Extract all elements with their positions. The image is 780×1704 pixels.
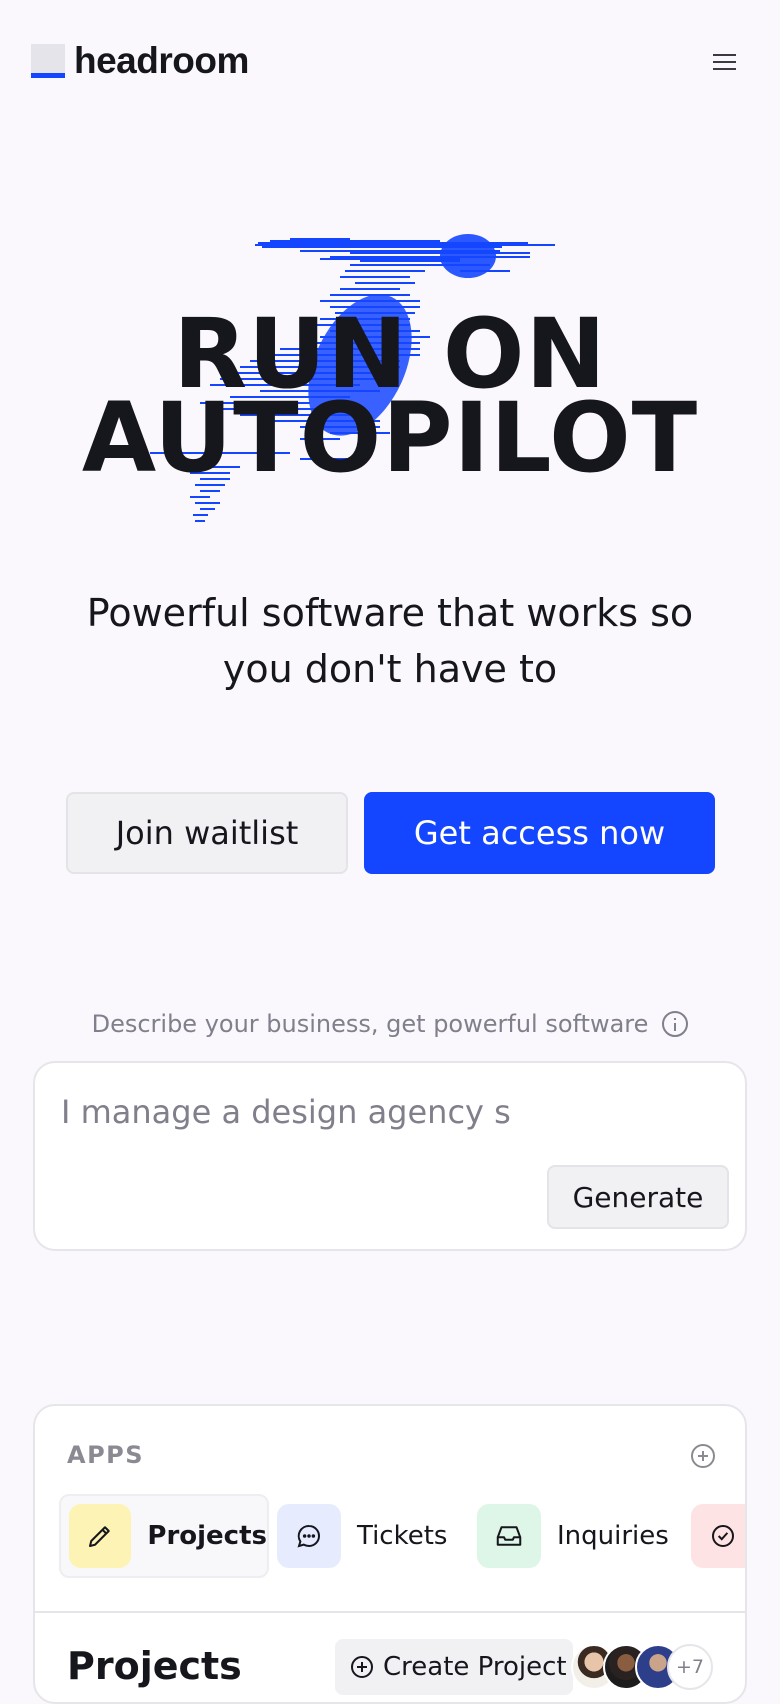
plus-circle-icon	[351, 1656, 373, 1678]
brand-logo[interactable]: headroom	[31, 40, 249, 81]
business-prompt-box: Generate	[33, 1061, 747, 1251]
hero-title: RUN ON AUTOPILOT	[0, 306, 780, 494]
generate-button[interactable]: Generate	[547, 1165, 729, 1229]
app-tab-label: Inquiries	[557, 1521, 669, 1551]
app-tab-more[interactable]	[683, 1494, 745, 1578]
create-project-label: Create Project	[383, 1652, 567, 1682]
business-description-input[interactable]	[59, 1085, 723, 1139]
app-tab-label: Projects	[147, 1521, 267, 1551]
card-divider	[35, 1611, 745, 1613]
brand-name: headroom	[74, 40, 249, 81]
apps-section-label: APPS	[67, 1441, 145, 1469]
hero-subtitle: Powerful software that works so you don'…	[86, 591, 694, 691]
extra-members-count: +7	[667, 1644, 713, 1690]
get-access-button[interactable]: Get access now	[364, 792, 715, 874]
pencil-icon	[69, 1504, 132, 1568]
hero-title-line-2: AUTOPILOT	[81, 382, 699, 494]
app-tab-tickets[interactable]: Tickets	[269, 1494, 459, 1578]
inbox-icon	[477, 1504, 541, 1568]
hamburger-menu-icon[interactable]	[700, 48, 748, 82]
projects-panel-title: Projects	[67, 1644, 242, 1688]
logo-mark-icon	[31, 44, 65, 78]
hero-section: RUN ON AUTOPILOT	[0, 230, 780, 570]
app-tabs: Projects Tickets Inquiries	[59, 1494, 745, 1580]
plus-circle-icon[interactable]	[691, 1444, 715, 1468]
check-circle-icon	[691, 1504, 745, 1568]
info-icon[interactable]	[662, 1011, 689, 1037]
generator-label-row: Describe your business, get powerful sof…	[0, 1010, 780, 1038]
app-tab-projects[interactable]: Projects	[59, 1494, 269, 1578]
create-project-button[interactable]: Create Project	[335, 1639, 573, 1695]
apps-preview-card: APPS Projects Tickets Inquiries Projects…	[33, 1404, 747, 1704]
app-tab-inquiries[interactable]: Inquiries	[469, 1494, 669, 1578]
chat-bubble-icon	[277, 1504, 341, 1568]
join-waitlist-button[interactable]: Join waitlist	[66, 792, 348, 874]
site-header: headroom	[0, 0, 780, 130]
app-tab-label: Tickets	[357, 1521, 448, 1551]
generator-label: Describe your business, get powerful sof…	[91, 1010, 649, 1038]
